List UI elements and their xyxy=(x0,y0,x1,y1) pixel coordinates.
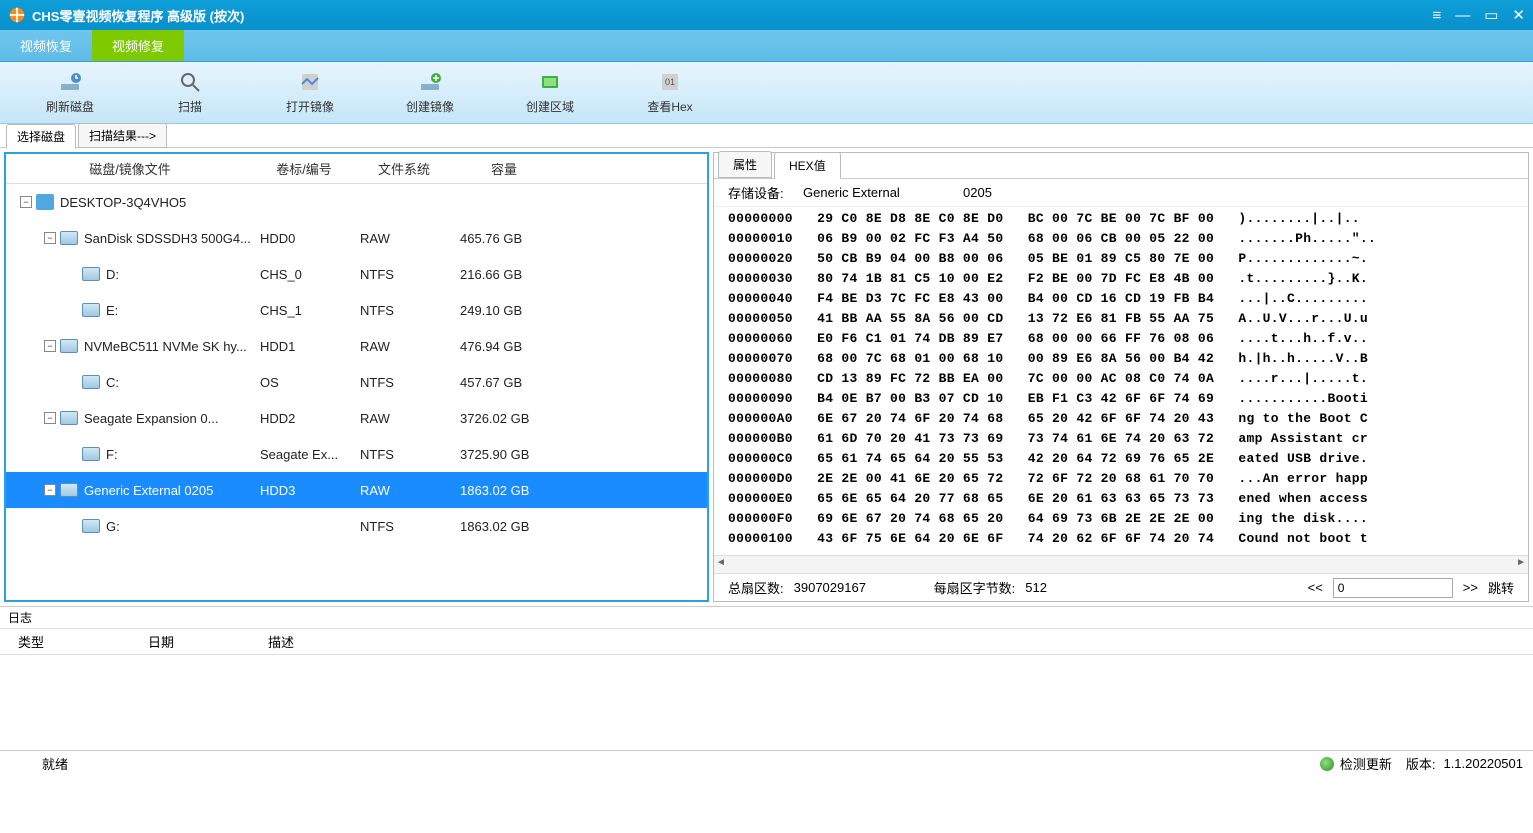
maximize-icon[interactable]: ▭ xyxy=(1484,6,1498,24)
tab-video-repair[interactable]: 视频修复 xyxy=(92,30,184,61)
bytes-per-sector-value: 512 xyxy=(1025,580,1125,595)
create-image-button[interactable]: 创建镜像 xyxy=(370,70,490,115)
disk-row[interactable]: D: CHS_0 NTFS 216.66 GB xyxy=(6,256,707,292)
statusbar: 就绪 检测更新 版本: 1.1.20220501 xyxy=(0,750,1533,776)
titlebar: CHS零壹视频恢复程序 高级版 (按次) ≡ — ▭ ✕ xyxy=(0,0,1533,30)
scan-button[interactable]: 扫描 xyxy=(130,70,250,115)
disk-table-header: 磁盘/镜像文件 卷标/编号 文件系统 容量 xyxy=(6,154,707,184)
log-section: 日志 类型 日期 描述 xyxy=(0,606,1533,750)
window-controls: ≡ — ▭ ✕ xyxy=(1432,6,1525,24)
disk-panel: 磁盘/镜像文件 卷标/编号 文件系统 容量 −DESKTOP-3Q4VHO5 −… xyxy=(4,152,709,602)
app-logo-icon xyxy=(8,6,26,24)
tab-hex[interactable]: HEX值 xyxy=(774,152,841,179)
tree-toggle-icon[interactable]: − xyxy=(44,412,56,424)
tab-attributes[interactable]: 属性 xyxy=(718,151,772,178)
storage-name: Generic External xyxy=(803,185,963,200)
tree-toggle-icon[interactable]: − xyxy=(44,340,56,352)
update-status-icon xyxy=(1320,757,1334,771)
hex-horizontal-scrollbar[interactable] xyxy=(714,555,1528,573)
total-sectors-value: 3907029167 xyxy=(794,580,924,595)
storage-id: 0205 xyxy=(963,185,1043,200)
computer-icon xyxy=(36,194,54,210)
right-tab-strip: 属性 HEX值 xyxy=(714,153,1528,179)
menu-icon[interactable]: ≡ xyxy=(1432,7,1441,24)
hex-dump[interactable]: 00000000 29 C0 8E D8 8E C0 8E D0 BC 00 7… xyxy=(714,207,1528,555)
disk-icon xyxy=(60,483,78,497)
refresh-disk-button[interactable]: 刷新磁盘 xyxy=(10,70,130,115)
minimize-icon[interactable]: — xyxy=(1455,7,1470,24)
disk-table-body: −DESKTOP-3Q4VHO5 −SanDisk SDSSDH3 500G4.… xyxy=(6,184,707,600)
disk-row[interactable]: C: OS NTFS 457.67 GB xyxy=(6,364,707,400)
log-title: 日志 xyxy=(0,607,1533,629)
hex-icon: 01 xyxy=(658,70,682,94)
disk-row[interactable]: −Seagate Expansion 0... HDD2 RAW 3726.02… xyxy=(6,400,707,436)
disk-row[interactable]: F: Seagate Ex... NTFS 3725.90 GB xyxy=(6,436,707,472)
subtab-scan-result[interactable]: 扫描结果---> xyxy=(78,123,167,148)
disk-icon xyxy=(60,231,78,245)
create-image-icon xyxy=(418,70,442,94)
goto-button[interactable]: 跳转 xyxy=(1488,578,1514,597)
log-col-desc: 描述 xyxy=(250,632,312,651)
main-tab-strip: 视频恢复 视频修复 xyxy=(0,30,1533,62)
open-image-button[interactable]: 打开镜像 xyxy=(250,70,370,115)
partition-icon xyxy=(82,447,100,461)
partition-icon xyxy=(82,303,100,317)
create-area-button[interactable]: 创建区域 xyxy=(490,70,610,115)
disk-row-root[interactable]: −DESKTOP-3Q4VHO5 xyxy=(6,184,707,220)
log-header: 类型 日期 描述 xyxy=(0,629,1533,655)
prev-sector-button[interactable]: << xyxy=(1308,580,1323,595)
col-disk-name: 磁盘/镜像文件 xyxy=(6,159,254,178)
disk-icon xyxy=(60,411,78,425)
tab-video-recover[interactable]: 视频恢复 xyxy=(0,30,92,61)
scan-icon xyxy=(178,70,202,94)
col-volume: 卷标/编号 xyxy=(254,159,354,178)
main-split: 磁盘/镜像文件 卷标/编号 文件系统 容量 −DESKTOP-3Q4VHO5 −… xyxy=(0,148,1533,606)
app-title: CHS零壹视频恢复程序 高级版 (按次) xyxy=(32,6,244,25)
log-col-date: 日期 xyxy=(130,632,250,651)
storage-device-row: 存储设备: Generic External 0205 xyxy=(714,179,1528,207)
subtab-select-disk[interactable]: 选择磁盘 xyxy=(6,124,76,149)
col-capacity: 容量 xyxy=(454,159,554,178)
disk-row[interactable]: E: CHS_1 NTFS 249.10 GB xyxy=(6,292,707,328)
goto-sector-input[interactable] xyxy=(1333,578,1453,598)
total-sectors-label: 总扇区数: xyxy=(728,578,784,597)
view-hex-button[interactable]: 01 查看Hex xyxy=(610,70,730,115)
partition-icon xyxy=(82,267,100,281)
disk-row-selected[interactable]: −Generic External 0205 HDD3 RAW 1863.02 … xyxy=(6,472,707,508)
hex-footer: 总扇区数: 3907029167 每扇区字节数: 512 << >> 跳转 xyxy=(714,573,1528,601)
disk-row[interactable]: −NVMeBC511 NVMe SK hy... HDD1 RAW 476.94… xyxy=(6,328,707,364)
log-col-type: 类型 xyxy=(0,632,130,651)
open-image-icon xyxy=(298,70,322,94)
next-sector-button[interactable]: >> xyxy=(1463,580,1478,595)
sub-tab-strip: 选择磁盘 扫描结果---> xyxy=(0,124,1533,148)
tree-toggle-icon[interactable]: − xyxy=(44,484,56,496)
version-label: 版本: xyxy=(1406,754,1436,773)
status-ready: 就绪 xyxy=(10,754,100,773)
bytes-per-sector-label: 每扇区字节数: xyxy=(934,578,1016,597)
storage-label: 存储设备: xyxy=(728,183,803,202)
col-filesystem: 文件系统 xyxy=(354,159,454,178)
disk-icon xyxy=(60,339,78,353)
log-body xyxy=(0,655,1533,750)
create-area-icon xyxy=(538,70,562,94)
check-update-link[interactable]: 检测更新 xyxy=(1340,754,1392,773)
toolbar: 刷新磁盘 扫描 打开镜像 创建镜像 创建区域 01 查看Hex xyxy=(0,62,1533,124)
hex-panel: 属性 HEX值 存储设备: Generic External 0205 0000… xyxy=(713,152,1529,602)
disk-row[interactable]: −SanDisk SDSSDH3 500G4... HDD0 RAW 465.7… xyxy=(6,220,707,256)
tree-toggle-icon[interactable]: − xyxy=(20,196,32,208)
version-value: 1.1.20220501 xyxy=(1443,756,1523,771)
tree-toggle-icon[interactable]: − xyxy=(44,232,56,244)
refresh-icon xyxy=(58,70,82,94)
svg-text:01: 01 xyxy=(665,77,675,87)
disk-row[interactable]: G: NTFS 1863.02 GB xyxy=(6,508,707,544)
partition-icon xyxy=(82,519,100,533)
partition-icon xyxy=(82,375,100,389)
close-icon[interactable]: ✕ xyxy=(1512,6,1525,24)
